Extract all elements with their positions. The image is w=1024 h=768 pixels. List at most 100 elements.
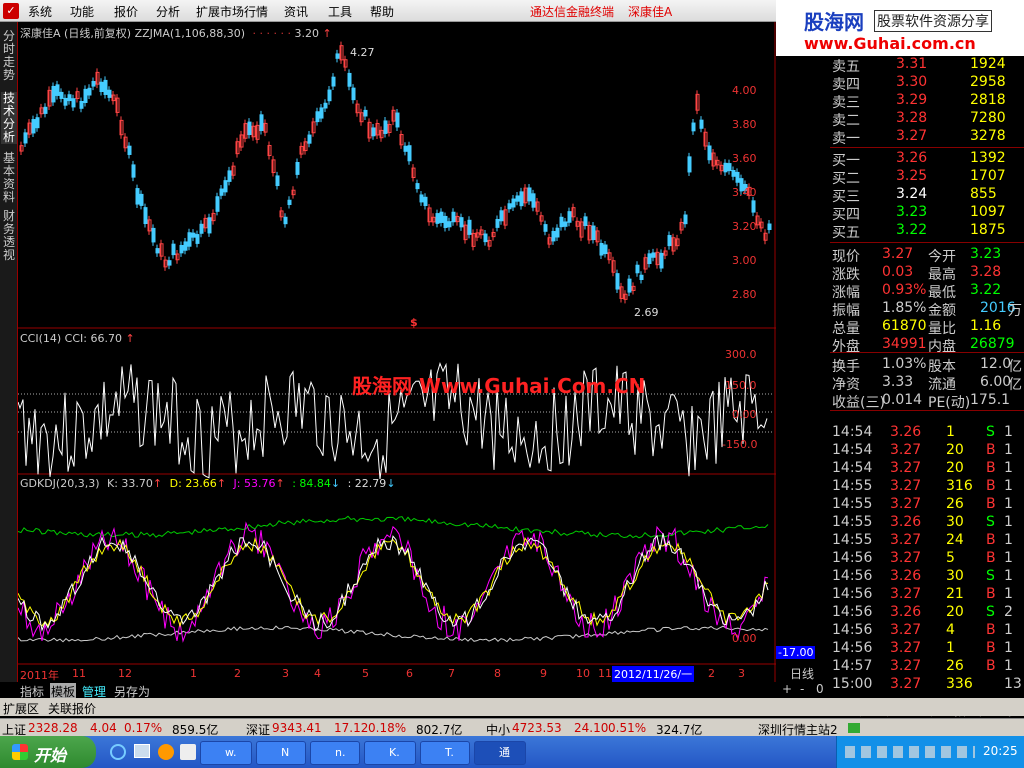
tab-extension-area[interactable]: 扩展区 (3, 700, 39, 717)
quote-stat-row[interactable]: 总量 61870 量比 1.16 (830, 318, 1024, 337)
tick-side: S (986, 568, 995, 584)
candle-body (563, 221, 568, 227)
buy-level-row[interactable]: 买五 3.22 1875 (830, 222, 1024, 241)
y-tick: 0.00 (732, 632, 757, 645)
level-volume: 1707 (970, 168, 1006, 184)
tick-count: 1 (1004, 496, 1013, 512)
tick-row[interactable]: 14:54 3.27 20 B 1 (830, 442, 1024, 460)
buy-level-row[interactable]: 买二 3.25 1707 (830, 168, 1024, 187)
signal-icon (848, 723, 860, 733)
chart-canvas[interactable] (18, 22, 776, 682)
taskbar-button-folder-w[interactable]: w. (200, 741, 252, 765)
tick-row[interactable]: 14:55 3.27 24 B 1 (830, 532, 1024, 550)
period-label[interactable]: 日线 (790, 665, 814, 682)
level-price: 3.25 (896, 168, 928, 184)
app-icon[interactable] (180, 744, 196, 760)
tick-price: 3.27 (890, 586, 922, 602)
menu-item-help[interactable]: 帮助 (370, 3, 394, 20)
stat-value: 3.22 (970, 282, 1002, 298)
menu-item-tools[interactable]: 工具 (328, 3, 352, 20)
tick-row[interactable]: 14:56 3.27 21 B 1 (830, 586, 1024, 604)
quote-stat-row[interactable]: 振幅 1.85% 金额 2016 万 (830, 300, 1024, 319)
taskbar-button-tdx[interactable]: 通 (474, 741, 526, 765)
menu-item-function[interactable]: 功能 (70, 3, 94, 20)
tick-volume: 5 (946, 550, 955, 566)
taskbar-button-k[interactable]: K. (364, 741, 416, 765)
tick-row[interactable]: 14:54 3.27 20 B 1 (830, 460, 1024, 478)
menu-item-analysis[interactable]: 分析 (156, 3, 180, 20)
candle-body (143, 207, 148, 225)
tab-related-quote[interactable]: 关联报价 (48, 700, 96, 717)
tick-row[interactable]: 14:54 3.26 1 S 1 (830, 424, 1024, 442)
quote-stat-row[interactable]: 换手 1.03% 股本 12.0 亿 (830, 356, 1024, 375)
tick-row[interactable]: 15:00 3.27 336 13 (830, 676, 1024, 694)
tick-row[interactable]: 14:56 3.27 5 B 1 (830, 550, 1024, 568)
stat-label: 内盘 (928, 339, 956, 355)
tick-row[interactable]: 14:55 3.27 316 B 1 (830, 478, 1024, 496)
zoom-reset-button[interactable]: 0 (816, 682, 824, 696)
taskbar-button-folder-n[interactable]: N (256, 741, 306, 765)
tick-time: 14:54 (832, 460, 873, 476)
tick-row[interactable]: 14:56 3.26 30 S 1 (830, 568, 1024, 586)
taskbar-button-folder-n2[interactable]: n. (310, 741, 360, 765)
stat-label: 金额 (928, 303, 956, 319)
cci-title: CCI(14) CCI: 66.70 (20, 332, 122, 345)
candle-body (187, 232, 192, 247)
tick-time: 14:56 (832, 586, 873, 602)
menu-item-quote[interactable]: 报价 (114, 3, 138, 20)
tick-row[interactable]: 14:55 3.27 26 B 1 (830, 496, 1024, 514)
tab-financial[interactable]: 财务透视 (1, 210, 17, 262)
sell-level-row[interactable]: 卖五 3.31 1924 (830, 56, 1024, 75)
chart-area[interactable]: 深康佳A (日线,前复权) ZZJMA(1,106,88,30) · · · ·… (18, 22, 816, 682)
candle-body (79, 100, 84, 109)
tick-row[interactable]: 14:55 3.26 30 S 1 (830, 514, 1024, 532)
quote-stat-row[interactable]: 收益(三) 0.014 PE(动) 175.1 (830, 392, 1024, 411)
menu-item-ext-market[interactable]: 扩展市场行情 (196, 3, 268, 20)
tab-fundamental[interactable]: 基本资料 (1, 152, 17, 204)
down-arrow-icon: ↓ (386, 477, 396, 490)
tick-volume: 336 (946, 676, 973, 692)
zoom-in-button[interactable]: + (782, 682, 792, 696)
tick-row[interactable]: 14:56 3.27 4 B 1 (830, 622, 1024, 640)
tick-volume: 26 (946, 658, 964, 674)
candle-body (591, 225, 596, 241)
quote-stat-row[interactable]: 现价 3.27 今开 3.23 (830, 246, 1024, 265)
tick-row[interactable]: 14:56 3.27 1 B 1 (830, 640, 1024, 658)
quote-stat-row[interactable]: 净资 3.33 流通 6.00 亿 (830, 374, 1024, 393)
buy-level-row[interactable]: 买三 3.24 855 (830, 186, 1024, 205)
sell-level-row[interactable]: 卖四 3.30 2958 (830, 74, 1024, 93)
candle-body (287, 199, 292, 206)
quote-stat-row[interactable]: 涨幅 0.93% 最低 3.22 (830, 282, 1024, 301)
tab-intraday[interactable]: 分时走势 (1, 30, 17, 82)
sell-level-row[interactable]: 卖三 3.29 2818 (830, 92, 1024, 111)
stat-value: 1.16 (970, 318, 1002, 334)
sell-level-row[interactable]: 卖二 3.28 7280 (830, 110, 1024, 129)
desktop-icon[interactable] (134, 744, 150, 758)
candle-body (723, 162, 728, 173)
tab-technical[interactable]: 技术分析 (1, 92, 17, 144)
buy-level-row[interactable]: 买一 3.26 1392 (830, 150, 1024, 169)
candle-body (315, 111, 320, 123)
candle-body (55, 84, 60, 96)
zoom-out-button[interactable]: - (800, 682, 804, 696)
ie-icon[interactable] (110, 744, 126, 760)
buy-level-row[interactable]: 买四 3.23 1097 (830, 204, 1024, 223)
quote-stat-row[interactable]: 涨跌 0.03 最高 3.28 (830, 264, 1024, 283)
tick-row[interactable]: 14:57 3.27 26 B 1 (830, 658, 1024, 676)
tick-row[interactable]: 14:56 3.26 20 S 2 (830, 604, 1024, 622)
tick-volume: 1 (946, 424, 955, 440)
menu-item-news[interactable]: 资讯 (284, 3, 308, 20)
sell-level-row[interactable]: 卖一 3.27 3278 (830, 128, 1024, 147)
media-icon[interactable] (158, 744, 174, 760)
taskbar-button-t[interactable]: T. (420, 741, 470, 765)
menu-item-system[interactable]: 系统 (28, 3, 52, 20)
level-volume: 2818 (970, 92, 1006, 108)
candle-body (155, 248, 160, 254)
candle-body (191, 232, 196, 238)
stat-label: 股本 (928, 359, 956, 375)
stock-title: 深康佳A (628, 5, 673, 19)
tick-count: 1 (1004, 586, 1013, 602)
start-button[interactable]: 开始 (0, 736, 96, 768)
index-pct: 0.51% (608, 721, 647, 735)
candle-body (543, 224, 548, 232)
